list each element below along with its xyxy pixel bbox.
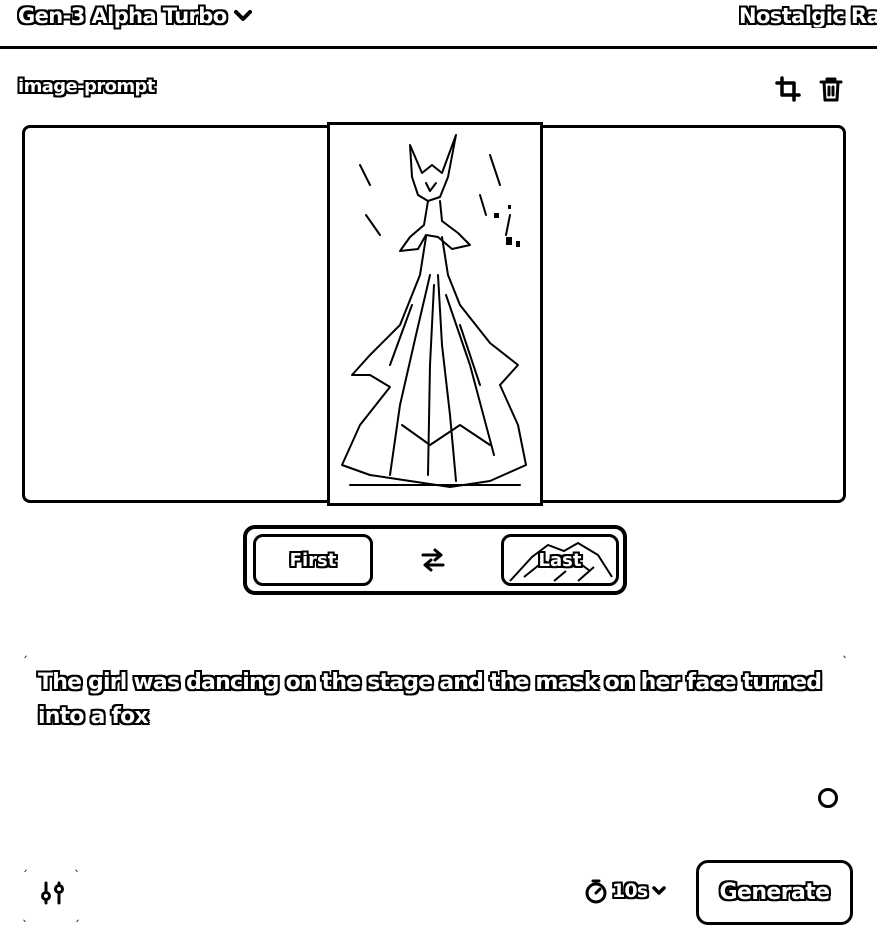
corner-mark: ˎ (74, 858, 80, 872)
generate-button[interactable]: Generate (696, 860, 853, 925)
timer-icon (585, 879, 607, 904)
image-prompt-label: image-prompt (18, 76, 155, 97)
last-frame-button[interactable]: Last (501, 534, 619, 586)
prompt-image[interactable] (327, 122, 543, 506)
circle-icon[interactable] (818, 788, 838, 808)
header-divider (0, 46, 877, 49)
generate-label: Generate (719, 880, 831, 905)
crop-button[interactable] (773, 74, 803, 104)
corner-mark: ˎ (842, 644, 848, 658)
corner-mark: ˏ (22, 644, 28, 658)
chevron-down-icon (652, 886, 667, 895)
crop-icon (775, 76, 801, 102)
settings-icon (41, 881, 64, 905)
model-selector[interactable]: Gen-3 Alpha Turbo (18, 4, 253, 28)
dancer-image (341, 134, 527, 488)
style-preset[interactable]: Nostalgic Ra (739, 4, 877, 28)
first-frame-label: First (289, 549, 337, 571)
top-bar: Gen-3 Alpha Turbo Nostalgic Ra (0, 0, 877, 46)
duration-selector[interactable]: 10s (584, 878, 667, 904)
settings-button[interactable] (38, 878, 68, 908)
first-frame-button[interactable]: First (253, 534, 373, 586)
keyframe-toggle: First Last (243, 525, 627, 595)
trash-icon (819, 77, 843, 102)
chevron-down-icon (233, 10, 252, 21)
swap-button[interactable] (417, 545, 449, 575)
model-name: Gen-3 Alpha Turbo (18, 4, 227, 28)
delete-button[interactable] (816, 74, 846, 104)
duration-value: 10s (612, 880, 648, 902)
corner-mark: ˏ (22, 858, 28, 872)
prompt-textarea[interactable]: The girl was dancing on the stage and th… (38, 666, 828, 734)
corner-mark: ˏ (74, 908, 80, 922)
last-frame-label: Last (538, 549, 582, 571)
corner-mark: ˎ (22, 908, 28, 922)
swap-icon (421, 548, 445, 572)
